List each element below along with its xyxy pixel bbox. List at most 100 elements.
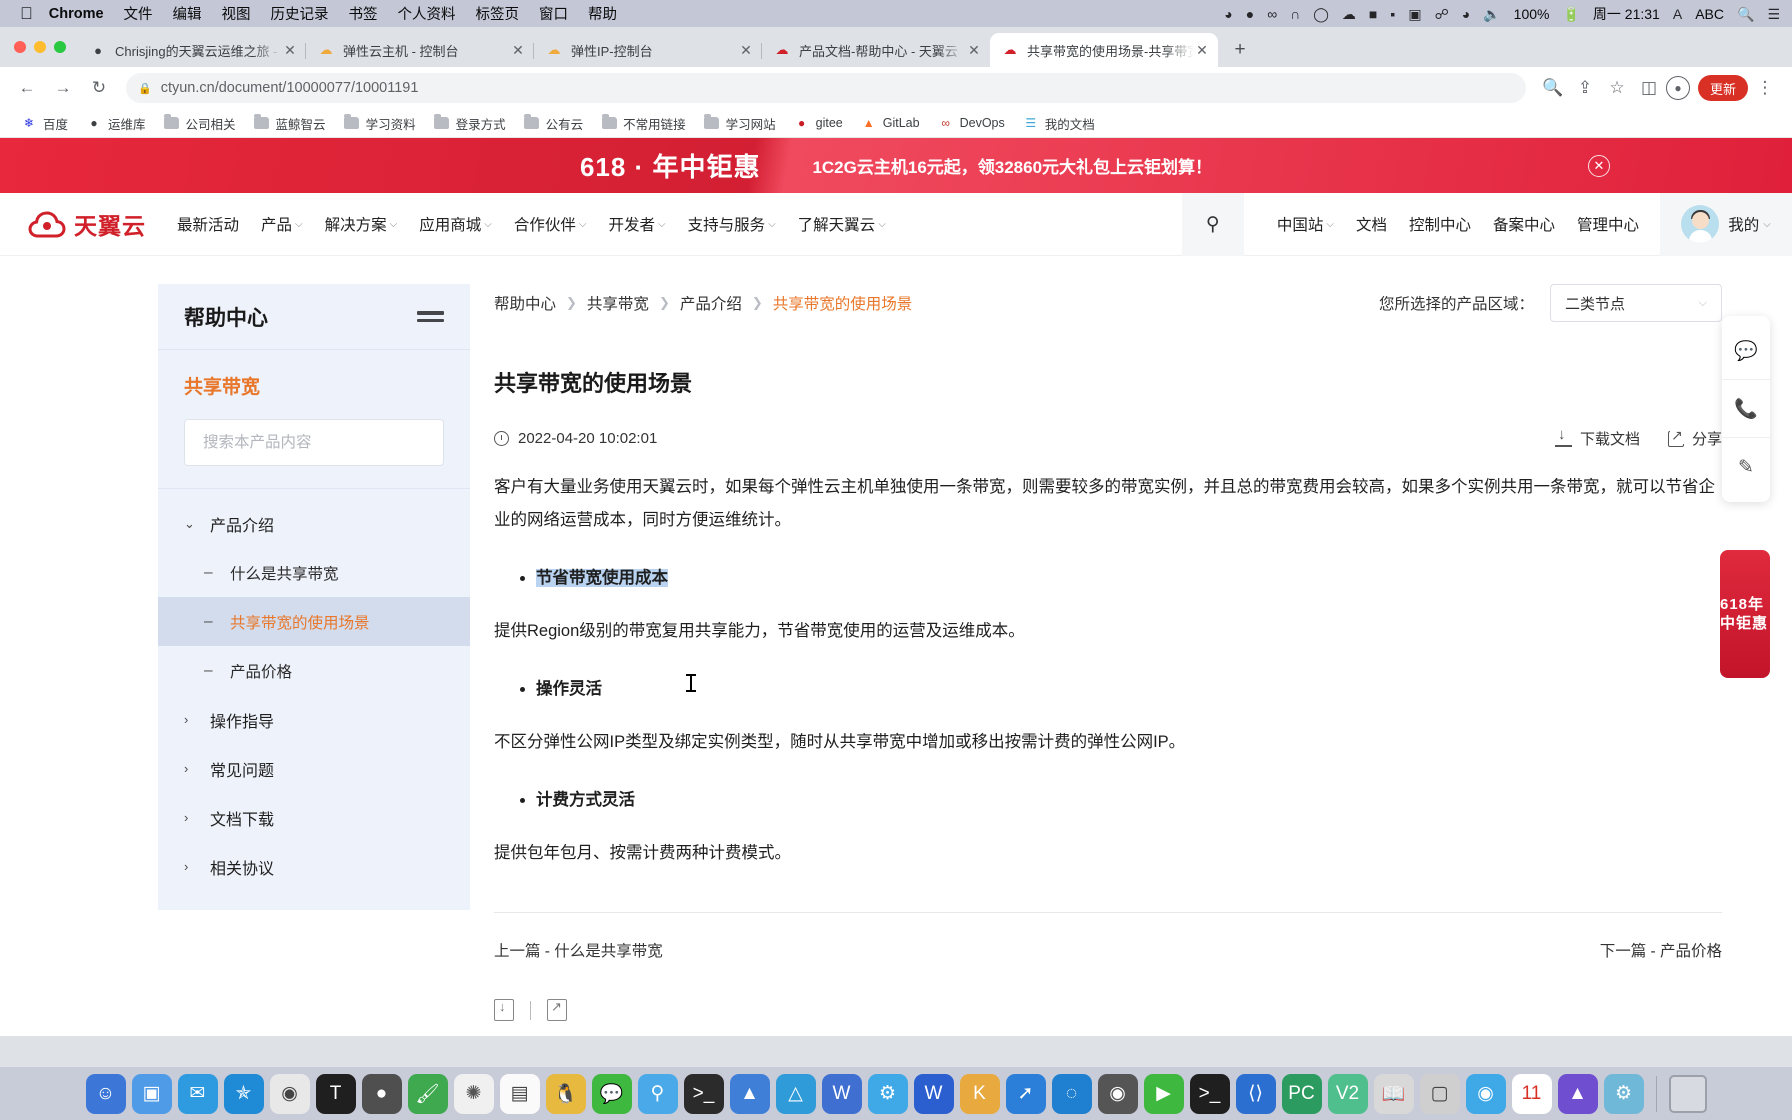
kingsoft-icon[interactable]: K [959, 1073, 1000, 1114]
word-icon[interactable]: W [913, 1073, 954, 1114]
trash-icon[interactable] [1668, 1074, 1707, 1113]
input-source-badge-icon[interactable]: A [1673, 7, 1682, 21]
share-icon[interactable] [547, 999, 567, 1021]
bookmark-item[interactable]: ☰ 我的文档 [1014, 114, 1104, 133]
system-prefs-icon[interactable]: ⚙ [1603, 1073, 1644, 1114]
notes-icon[interactable]: ▤ [499, 1073, 540, 1114]
bluetooth-icon[interactable]: ☍ [1435, 7, 1449, 21]
cloud-icon[interactable]: ☁ [1342, 7, 1356, 21]
battery-percent[interactable]: 100% [1514, 6, 1550, 22]
control-center-icon[interactable]: ☰ [1767, 7, 1780, 21]
sidebar-item-product-intro[interactable]: ⌄ 产品介绍 [158, 499, 470, 548]
update-button[interactable]: 更新 [1697, 75, 1748, 101]
evernote-icon[interactable]: 🖌 [407, 1073, 448, 1114]
download-doc-button[interactable]: 下载文档 [1554, 426, 1640, 449]
site-logo[interactable]: 天翼云 [28, 207, 146, 241]
phone-icon[interactable]: 📞 [1722, 380, 1770, 438]
cleaner-icon[interactable]: ◉ [1465, 1073, 1506, 1114]
qq-icon[interactable]: 🐧 [545, 1073, 586, 1114]
sidebar-item-guide[interactable]: › 操作指导 [158, 695, 470, 744]
calendar-icon[interactable]: 11 [1511, 1073, 1552, 1114]
bookmark-item[interactable]: 蓝鲸智云 [245, 114, 335, 133]
promo-side-button[interactable]: 618年中钜惠 [1720, 550, 1770, 678]
vue-icon[interactable]: V2 [1327, 1073, 1368, 1114]
sidebar-subitem-use-cases[interactable]: – 共享带宽的使用场景 [158, 597, 470, 646]
breadcrumb-item[interactable]: 共享带宽 [587, 292, 649, 314]
figma-icon[interactable]: ● [361, 1073, 402, 1114]
iterm-icon[interactable]: >_ [683, 1073, 724, 1114]
menu-item-tabs[interactable]: 标签页 [476, 3, 520, 24]
search-icon[interactable]: ⚲ [1181, 192, 1244, 256]
promo-banner[interactable]: 618 · 年中钜惠 1C2G云主机16元起，领32860元大礼包上云钜划算！ … [0, 138, 1792, 193]
browser-tab[interactable]: ☁ 弹性云主机 - 控制台 ✕ [306, 33, 534, 67]
messages-icon[interactable]: ◯ [1313, 7, 1329, 21]
menu-item-view[interactable]: 视图 [222, 3, 251, 24]
menu-item-history[interactable]: 历史记录 [271, 3, 329, 24]
wechat-icon[interactable]: 💬 [591, 1073, 632, 1114]
nav-item-support[interactable]: 支持与服务 ⌵ [677, 213, 787, 235]
header-link-icp[interactable]: 备案中心 [1482, 213, 1566, 235]
browser-tab[interactable]: ● Chrisjing的天翼云运维之旅 - Ch ✕ [78, 33, 306, 67]
bookmark-item[interactable]: 学习资料 [335, 114, 425, 133]
window-controls[interactable] [12, 27, 78, 67]
back-icon[interactable]: ← [12, 73, 42, 103]
bookmark-item[interactable]: 学习网站 [695, 114, 785, 133]
new-tab-button[interactable]: + [1226, 36, 1254, 64]
launchpad-icon[interactable]: ▣ [131, 1073, 172, 1114]
terminal-icon[interactable]: >_ [1189, 1073, 1230, 1114]
chrome-menu-icon[interactable]: ⋮ [1750, 73, 1780, 103]
maximize-window-button[interactable] [54, 41, 66, 53]
typora-icon[interactable]: T [315, 1073, 356, 1114]
close-icon[interactable]: ✕ [1588, 154, 1610, 177]
bookmark-item[interactable]: ∞ DevOps [929, 116, 1014, 130]
header-link-console[interactable]: 控制中心 [1398, 213, 1482, 235]
bookmark-item[interactable]: 公司相关 [155, 114, 245, 133]
region-select[interactable]: 二类节点 ⌵ [1550, 284, 1722, 322]
zoom-icon[interactable]: 🔍 [1538, 73, 1568, 103]
browser-tab-active[interactable]: ☁ 共享带宽的使用场景-共享带宽-产 ✕ [990, 33, 1218, 67]
bookmark-item[interactable]: ● gitee [785, 116, 852, 130]
chat-icon[interactable]: 💬 [1722, 322, 1770, 380]
close-window-button[interactable] [14, 41, 26, 53]
photos-icon[interactable]: ✺ [453, 1073, 494, 1114]
header-link-docs[interactable]: 文档 [1345, 213, 1398, 235]
menu-app-name[interactable]: Chrome [49, 6, 104, 22]
address-bar[interactable]: 🔒 ctyun.cn/document/10000077/10001191 [126, 73, 1526, 103]
dropbox-icon[interactable]: ● [1246, 7, 1254, 21]
network-icon[interactable]: ∞ [1267, 7, 1277, 21]
pycharm-icon[interactable]: PC [1281, 1073, 1322, 1114]
hamburger-icon[interactable] [417, 311, 444, 322]
search-icon[interactable]: ⚲ [637, 1073, 678, 1114]
sidebar-search[interactable] [184, 419, 444, 466]
nav-item-solutions[interactable]: 解决方案 ⌵ [314, 213, 409, 235]
sidebar-item-downloads[interactable]: › 文档下载 [158, 793, 470, 842]
video-player-icon[interactable]: ▶ [1143, 1073, 1184, 1114]
postman-icon[interactable]: ➚ [1005, 1073, 1046, 1114]
menu-item-profiles[interactable]: 个人资料 [398, 3, 456, 24]
screen-record-icon[interactable]: ◕ [1224, 7, 1232, 21]
bookmark-item[interactable]: 登录方式 [425, 114, 515, 133]
menu-item-bookmarks[interactable]: 书签 [349, 3, 378, 24]
nav-item-developers[interactable]: 开发者 ⌵ [597, 213, 676, 235]
sourcetree-icon[interactable]: ⚙ [867, 1073, 908, 1114]
bookmark-item[interactable]: ▲ GitLab [852, 116, 929, 130]
creative-cloud-icon[interactable]: ◌ [1051, 1073, 1092, 1114]
safari-icon[interactable]: ✯ [223, 1073, 264, 1114]
bookmark-item[interactable]: ❄ 百度 [12, 114, 77, 133]
browser-tab[interactable]: ☁ 产品文档-帮助中心 - 天翼云 ✕ [762, 33, 990, 67]
sidebar-subitem-what-is[interactable]: – 什么是共享带宽 [158, 548, 470, 597]
close-tab-icon[interactable]: ✕ [1194, 43, 1210, 57]
header-link-management[interactable]: 管理中心 [1566, 213, 1650, 235]
close-tab-icon[interactable]: ✕ [966, 43, 982, 57]
menu-item-edit[interactable]: 编辑 [173, 3, 202, 24]
sidebar-subitem-pricing[interactable]: – 产品价格 [158, 646, 470, 695]
input-source-label[interactable]: ABC [1695, 6, 1724, 22]
nav-item-latest-activity[interactable]: 最新活动 [166, 213, 250, 235]
nav-item-products[interactable]: 产品 ⌵ [250, 213, 314, 235]
battery-icon[interactable]: 🔋 [1562, 7, 1579, 21]
side-panel-icon[interactable]: ◫ [1634, 73, 1664, 103]
nav-item-app-market[interactable]: 应用商城 ⌵ [408, 213, 503, 235]
next-article-link[interactable]: 下一篇 - 产品价格 [1600, 939, 1722, 961]
share-icon[interactable]: ⇪ [1570, 73, 1600, 103]
volume-icon[interactable]: 🔈 [1483, 7, 1500, 21]
